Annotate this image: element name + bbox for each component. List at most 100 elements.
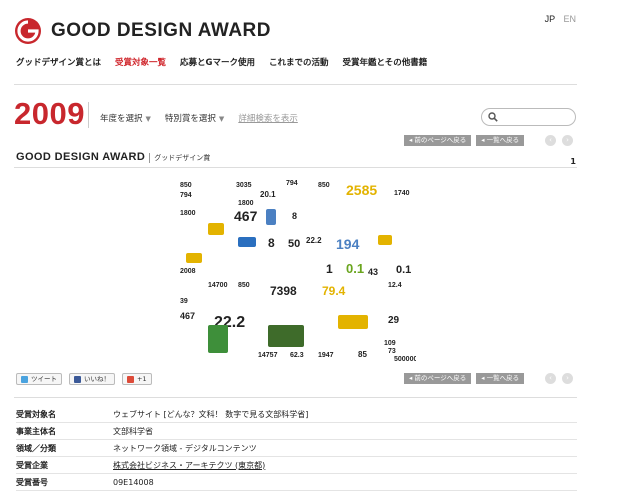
company-link[interactable]: 株式会社ビジネス・アーキテクツ (東京都) [113, 460, 265, 471]
collage-illustration [208, 325, 228, 353]
detail-value: ネットワーク領域 - デジタルコンテンツ [113, 443, 257, 453]
year-title: 2009 [14, 96, 85, 131]
google-plus-icon [127, 375, 134, 383]
like-label: いいね！ [84, 375, 110, 383]
next-arrow-icon[interactable]: › [562, 373, 574, 384]
next-arrow-icon[interactable]: › [562, 135, 574, 146]
detail-row: 受賞企業 株式会社ビジネス・アーキテクツ (東京都) [16, 457, 577, 474]
collage-number: 850 [180, 182, 192, 189]
collage-number: 29 [388, 315, 400, 326]
section-subtitle: グッドデザイン賞 [149, 153, 210, 163]
g-mark-icon [15, 18, 41, 44]
prev-page-button[interactable]: ◂ 前のページへ戻る [404, 373, 472, 384]
nav-about[interactable]: グッドデザイン賞とは [16, 56, 101, 68]
back-to-list-label: 一覧へ戻る [486, 136, 520, 144]
tweet-button[interactable]: ツイート [16, 373, 62, 385]
collage-number: 1800 [238, 200, 254, 207]
search-icon [488, 112, 498, 122]
detail-key: 受賞企業 [16, 460, 48, 470]
detail-row: 領域／分類 ネットワーク領域 - デジタルコンテンツ [16, 440, 577, 457]
collage-number: 7398 [270, 284, 297, 298]
collage-number: 79.4 [322, 284, 346, 298]
prev-page-label: 前のページへ戻る [414, 374, 467, 382]
collage-number: 0.1 [346, 261, 364, 276]
back-to-list-button[interactable]: ◂ 一覧へ戻る [476, 373, 525, 384]
divider [14, 397, 577, 398]
collage-number: 43 [368, 267, 378, 277]
prev-arrow-icon[interactable]: ‹ [545, 373, 557, 384]
detail-row: 事業主体名 文部科学省 [16, 423, 577, 440]
collage-number: 850 [238, 282, 250, 289]
special-award-select-label: 特別賞を選択 [164, 114, 216, 124]
nav-activities[interactable]: これまでの活動 [269, 56, 329, 68]
collage-number: 12.4 [388, 282, 402, 289]
detail-row: 受賞対象名 ウェブサイト [どんな？文科！ 数字で見る文部科学省] [16, 406, 577, 423]
global-nav: グッドデザイン賞とは 受賞対象一覧 応募とGマーク使用 これまでの活動 受賞年鑑… [16, 56, 441, 68]
award-image[interactable]: 850794303520.1794 850 2585467 8180022.2 1948… [178, 175, 416, 363]
back-to-list-label: 一覧へ戻る [486, 374, 520, 382]
site-logo[interactable]: GOOD DESIGN AWARD [14, 17, 271, 45]
brand-name: GOOD DESIGN AWARD [51, 20, 271, 41]
back-to-list-button[interactable]: ◂ 一覧へ戻る [476, 135, 525, 146]
facebook-icon [74, 375, 81, 383]
search-input[interactable] [481, 108, 576, 126]
divider [14, 84, 577, 85]
detail-key: 事業主体名 [16, 426, 56, 436]
nav-books[interactable]: 受賞年鑑とその他書籍 [343, 56, 428, 68]
advanced-search-link[interactable]: 詳細検索を表示 [238, 112, 298, 124]
collage-illustration [378, 235, 392, 245]
collage-number: 62.3 [290, 352, 304, 359]
nav-award-list[interactable]: 受賞対象一覧 [115, 56, 166, 68]
collage-illustration [268, 325, 304, 347]
collage-number: 794 [180, 192, 192, 199]
divider [88, 102, 89, 128]
plusone-button[interactable]: +1 [122, 373, 152, 385]
collage-illustration [238, 237, 256, 247]
like-button[interactable]: いいね！ [69, 373, 115, 385]
collage-number: 467 [180, 311, 195, 321]
year-select-label: 年度を選択 [100, 114, 143, 124]
bottom-pager: ◂ 前のページへ戻る ◂ 一覧へ戻る ‹ › [404, 373, 574, 384]
collage-number: 85 [358, 350, 367, 359]
award-details-table: 受賞対象名 ウェブサイト [どんな？文科！ 数字で見る文部科学省] 事業主体名 … [16, 406, 577, 491]
collage-number: 794 [286, 180, 298, 187]
collage-number: 39 [180, 298, 188, 305]
collage-number: 1800 [180, 210, 196, 217]
section-title: GOOD DESIGN AWARD [16, 151, 146, 163]
plusone-label: +1 [137, 375, 147, 383]
collage-number: 1 [326, 262, 333, 276]
collage-number: 22.2 [306, 236, 322, 245]
collage-number: 1740 [394, 190, 410, 197]
collage-number: 14757 [258, 352, 278, 359]
tweet-label: ツイート [31, 375, 57, 383]
collage-number: 14700 [208, 282, 228, 289]
collage-number: 8 [292, 211, 297, 221]
prev-arrow-icon[interactable]: ‹ [545, 135, 557, 146]
prev-page-label: 前のページへ戻る [414, 136, 467, 144]
detail-value: ウェブサイト [どんな？文科！ 数字で見る文部科学省] [113, 409, 309, 419]
collage-illustration [208, 223, 224, 235]
detail-value: 文部科学省 [113, 426, 153, 436]
detail-key: 領域／分類 [16, 443, 56, 453]
collage-illustration [186, 253, 202, 263]
year-select[interactable]: 年度を選択 ▼ [100, 112, 151, 124]
lang-en[interactable]: EN [563, 14, 576, 24]
caret-down-icon: ▼ [145, 115, 151, 123]
collage-number: 50 [288, 238, 300, 250]
collage-number: 2008 [180, 268, 196, 275]
lang-jp[interactable]: JP [545, 14, 555, 24]
detail-key: 受賞対象名 [16, 409, 56, 419]
special-award-select[interactable]: 特別賞を選択 ▼ [165, 112, 224, 124]
nav-apply[interactable]: 応募とGマーク使用 [180, 56, 255, 68]
top-pager: ◂ 前のページへ戻る ◂ 一覧へ戻る ‹ › [404, 135, 574, 146]
collage-number: 500000 [394, 356, 416, 363]
divider [14, 167, 577, 168]
twitter-icon [21, 375, 28, 383]
collage-number: 8 [268, 236, 275, 250]
collage-number: 2585 [346, 182, 377, 198]
item-count: 1 [570, 157, 576, 166]
collage-illustration [338, 315, 368, 329]
collage-number: 73 [388, 348, 396, 355]
prev-page-button[interactable]: ◂ 前のページへ戻る [404, 135, 472, 146]
collage-number: 3035 [236, 182, 252, 189]
